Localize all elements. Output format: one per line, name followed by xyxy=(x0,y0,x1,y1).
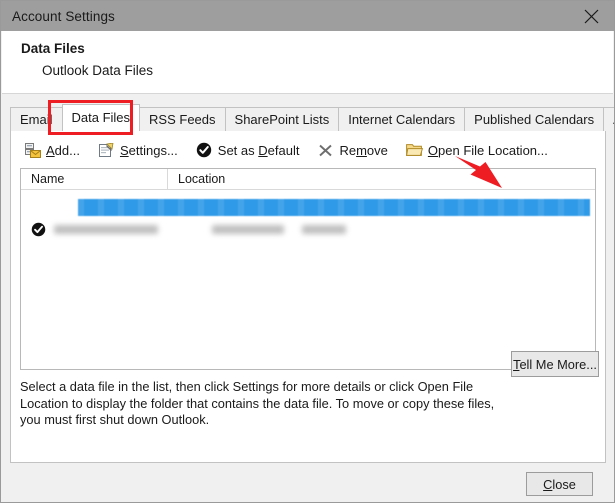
row-redacted-text xyxy=(52,223,576,236)
set-as-default-button-label: Set as Default xyxy=(218,143,300,158)
add-data-file-icon xyxy=(24,142,41,158)
column-header-name[interactable]: Name xyxy=(21,169,168,189)
list-column-headers: Name Location xyxy=(21,169,595,190)
page-subtitle: Outlook Data Files xyxy=(42,63,153,78)
tab-email[interactable]: Email xyxy=(10,107,63,131)
close-button[interactable]: Close xyxy=(526,472,593,496)
panel-description: Select a data file in the list, then cli… xyxy=(20,379,508,429)
data-files-panel: Add... Settings... xyxy=(10,130,606,463)
dialog-footer: Close xyxy=(2,463,613,502)
default-data-file-icon xyxy=(31,222,46,237)
table-row[interactable] xyxy=(31,220,576,238)
set-as-default-icon xyxy=(196,142,213,158)
close-x-icon[interactable] xyxy=(568,1,614,31)
tab-internet-calendars[interactable]: Internet Calendars xyxy=(338,107,465,131)
settings-icon xyxy=(98,142,115,158)
remove-icon xyxy=(317,142,334,158)
account-settings-dialog: Account Settings Data Files Outlook Data… xyxy=(0,0,615,503)
settings-button[interactable]: Settings... xyxy=(92,139,184,161)
title-bar: Account Settings xyxy=(1,1,614,31)
dialog-header: Data Files Outlook Data Files xyxy=(2,31,613,94)
tab-rss-feeds[interactable]: RSS Feeds xyxy=(139,107,225,131)
data-files-toolbar: Add... Settings... xyxy=(18,138,560,162)
window-title: Account Settings xyxy=(1,9,115,24)
table-row[interactable] xyxy=(78,199,590,216)
list-body xyxy=(21,190,595,370)
tell-me-more-button[interactable]: Tell Me More... xyxy=(511,351,599,377)
open-file-location-button-label: Open File Location... xyxy=(428,143,548,158)
open-folder-icon xyxy=(406,142,423,158)
data-files-list[interactable]: Name Location xyxy=(20,168,596,370)
remove-button-label: Remove xyxy=(339,143,387,158)
tab-published-calendars[interactable]: Published Calendars xyxy=(464,107,604,131)
tab-data-files[interactable]: Data Files xyxy=(62,104,141,131)
tab-sharepoint-lists[interactable]: SharePoint Lists xyxy=(225,107,340,131)
tab-bar: Email Data Files RSS Feeds SharePoint Li… xyxy=(10,105,615,131)
column-header-location[interactable]: Location xyxy=(168,169,595,189)
set-as-default-button[interactable]: Set as Default xyxy=(190,139,306,161)
add-button-label: Add... xyxy=(46,143,80,158)
settings-button-label: Settings... xyxy=(120,143,178,158)
tab-address-books[interactable]: Address Books xyxy=(603,107,615,131)
page-title: Data Files xyxy=(21,41,85,56)
add-button[interactable]: Add... xyxy=(18,139,86,161)
remove-button[interactable]: Remove xyxy=(311,139,393,161)
open-file-location-button[interactable]: Open File Location... xyxy=(400,139,554,161)
